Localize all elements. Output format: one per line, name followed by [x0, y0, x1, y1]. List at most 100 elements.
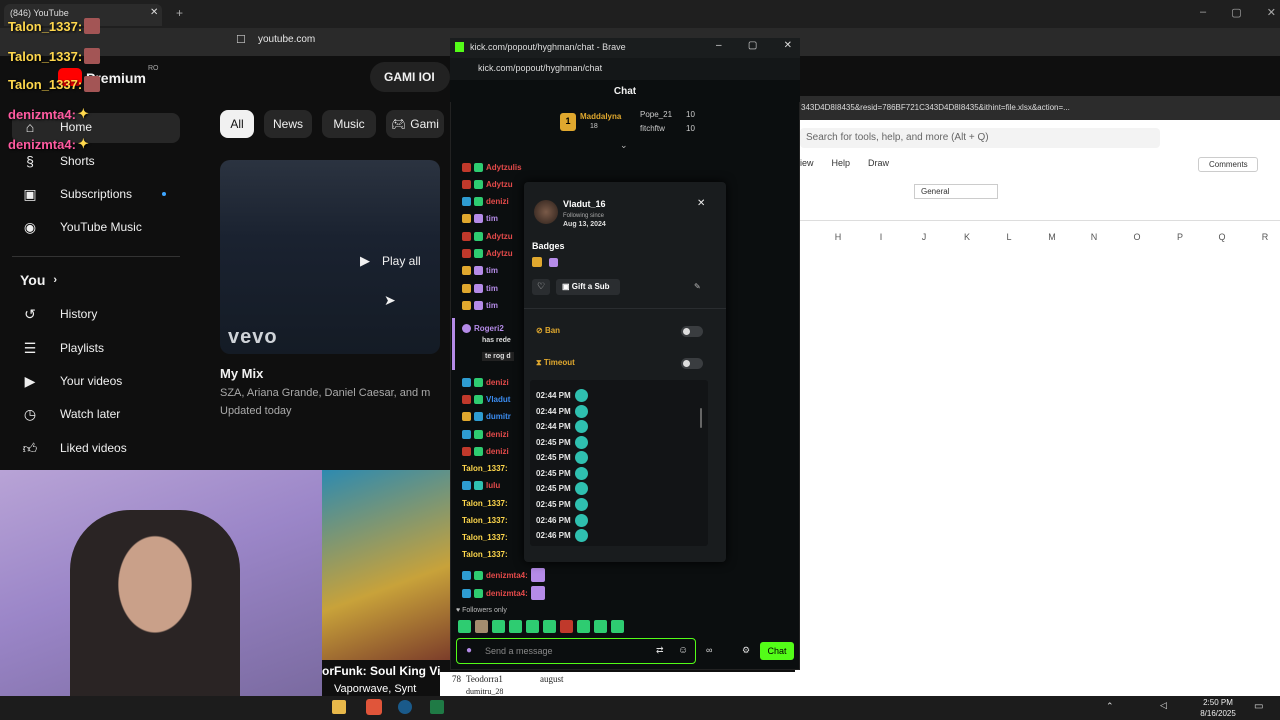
chat-username[interactable]: denizmta4: — [486, 589, 528, 598]
sidebar-item-liked-videos[interactable]: 👍︎ Liked videos — [20, 434, 127, 462]
col-header-j[interactable]: J — [914, 232, 934, 242]
chat-message[interactable]: Talon_1337: — [462, 516, 508, 525]
follow-heart-button[interactable]: ♡ — [532, 279, 550, 295]
user-card-username[interactable]: Vladut_16 — [563, 199, 606, 209]
steam-icon[interactable] — [398, 700, 412, 714]
col-header-q[interactable]: Q — [1212, 232, 1232, 242]
chat-username[interactable]: dumitr — [486, 412, 511, 421]
timeout-toggle[interactable] — [681, 358, 703, 369]
col-header-k[interactable]: K — [957, 232, 977, 242]
chat-message[interactable]: Talon_1337: — [462, 464, 508, 473]
chat-message[interactable]: Talon_1337: — [462, 550, 508, 559]
chat-username[interactable]: tim — [486, 214, 498, 223]
sidebar-item-playlists[interactable]: ☰ Playlists — [20, 334, 104, 362]
chat-username[interactable]: Adytzulis — [486, 163, 522, 172]
history-scrollbar[interactable] — [700, 408, 702, 428]
chat-message[interactable]: Adytzu — [462, 249, 513, 258]
chat-message[interactable]: Talon_1337: — [462, 533, 508, 542]
close-icon[interactable]: ✕ — [784, 40, 792, 51]
sidebar-item-subscriptions[interactable]: ▣ Subscriptions — [20, 180, 132, 208]
col-header-h[interactable]: H — [828, 232, 848, 242]
album-thumbnail[interactable] — [322, 470, 450, 660]
channel-chip[interactable]: GAMI IOI — [370, 62, 450, 92]
emote-icon[interactable] — [560, 620, 573, 633]
chat-message[interactable]: Vladut — [462, 395, 510, 404]
chat-message[interactable]: tim — [462, 284, 498, 293]
chat-message[interactable]: Adytzu — [462, 232, 513, 241]
brave-icon[interactable] — [366, 699, 382, 715]
mix-title[interactable]: My Mix — [220, 366, 263, 381]
settings-gear-icon[interactable]: ⚙ — [742, 645, 750, 656]
chat-message[interactable]: denizmta4: — [462, 568, 545, 582]
expand-chevron-icon[interactable]: ⌄ — [620, 140, 628, 151]
chat-message[interactable]: Adytzu — [462, 180, 513, 189]
emote-icon[interactable] — [475, 620, 488, 633]
kick-address-bar[interactable]: kick.com/popout/hyghman/chat — [450, 58, 800, 80]
bookmark-icon[interactable]: ☐ — [236, 33, 246, 46]
leaderboard-top-user[interactable]: Maddalyna — [580, 112, 621, 121]
microphone-icon[interactable]: ● — [466, 645, 472, 656]
emote-icon[interactable] — [509, 620, 522, 633]
chat-message[interactable]: tim — [462, 301, 498, 310]
sidebar-item-watch-later[interactable]: ◷ Watch later — [20, 400, 120, 428]
video2-title[interactable]: orFunk: Soul King Vi — [322, 664, 450, 678]
chat-username[interactable]: Talon_1337: — [462, 464, 508, 473]
leaderboard-third-user[interactable]: fitchftw — [640, 124, 665, 133]
tab-close-icon[interactable]: ✕ — [150, 7, 158, 18]
chat-username[interactable]: lulu — [486, 481, 500, 490]
menu-view[interactable]: iew — [800, 158, 814, 168]
chat-username[interactable]: Talon_1337: — [462, 550, 508, 559]
taskbar-clock[interactable]: 2:50 PM 8/16/2025 — [1196, 697, 1240, 719]
col-header-o[interactable]: O — [1127, 232, 1147, 242]
new-tab-icon[interactable]: + — [176, 6, 183, 20]
send-chat-button[interactable]: Chat — [760, 642, 794, 660]
emote-icon[interactable] — [458, 620, 471, 633]
tray-chevron-icon[interactable]: ⌃ — [1106, 701, 1114, 712]
emote-icon[interactable] — [577, 620, 590, 633]
cell-a79[interactable]: dumitru_28 — [466, 687, 503, 696]
chat-message[interactable]: tim — [462, 214, 498, 223]
maximize-icon[interactable]: ▢ — [748, 40, 757, 51]
user-card-close-icon[interactable]: ✕ — [697, 198, 705, 209]
chat-username[interactable]: Adytzu — [486, 232, 513, 241]
points-icon[interactable]: ∞ — [706, 645, 712, 655]
mod-tool-icon[interactable]: ✎ — [694, 282, 701, 291]
col-header-m[interactable]: M — [1042, 232, 1062, 242]
menu-draw[interactable]: Draw — [868, 158, 889, 168]
chat-message[interactable]: Adytzulis — [462, 163, 522, 172]
address-url[interactable]: youtube.com — [258, 34, 448, 50]
col-header-n[interactable]: N — [1084, 232, 1104, 242]
sidebar-item-youtube-music[interactable]: ◉ YouTube Music — [20, 213, 142, 241]
chat-username[interactable]: Rogeri2 — [474, 324, 504, 333]
minimize-icon[interactable]: – — [716, 40, 722, 51]
chat-username[interactable]: tim — [486, 284, 498, 293]
chat-username[interactable]: denizmta4: — [486, 571, 528, 580]
chat-username[interactable]: Adytzu — [486, 249, 513, 258]
comments-button[interactable]: Comments — [1198, 157, 1258, 172]
chip-music[interactable]: Music — [322, 110, 376, 138]
col-header-i[interactable]: I — [871, 232, 891, 242]
excel-icon[interactable] — [430, 700, 444, 714]
minimize-icon[interactable]: – — [1200, 6, 1206, 19]
excel-url[interactable]: 343D4D8I8435&resid=786BF721C343D4D8I8435… — [801, 103, 1131, 112]
chat-message[interactable]: Talon_1337: — [462, 499, 508, 508]
emote-icon[interactable] — [543, 620, 556, 633]
sidebar-you-header[interactable]: You › — [20, 266, 57, 294]
ban-toggle[interactable] — [681, 326, 703, 337]
notifications-icon[interactable]: ▭ — [1254, 701, 1263, 712]
col-header-p[interactable]: P — [1170, 232, 1190, 242]
col-header-r[interactable]: R — [1255, 232, 1275, 242]
menu-help[interactable]: Help — [832, 158, 851, 168]
emote-icon[interactable] — [594, 620, 607, 633]
file-explorer-icon[interactable] — [332, 700, 346, 714]
sidebar-item-history[interactable]: ↺ History — [20, 300, 97, 328]
leaderboard-second-user[interactable]: Pope_21 — [640, 110, 672, 119]
play-all-label[interactable]: Play all — [382, 254, 421, 268]
close-icon[interactable]: ✕ — [1267, 6, 1276, 19]
sidebar-item-your-videos[interactable]: ▶ Your videos — [20, 367, 123, 395]
volume-icon[interactable]: ◁ — [1160, 700, 1167, 711]
number-format-select[interactable]: General — [914, 184, 998, 199]
emote-icon[interactable] — [492, 620, 505, 633]
chat-username[interactable]: denizi — [486, 447, 509, 456]
chat-message[interactable]: denizi — [462, 447, 509, 456]
